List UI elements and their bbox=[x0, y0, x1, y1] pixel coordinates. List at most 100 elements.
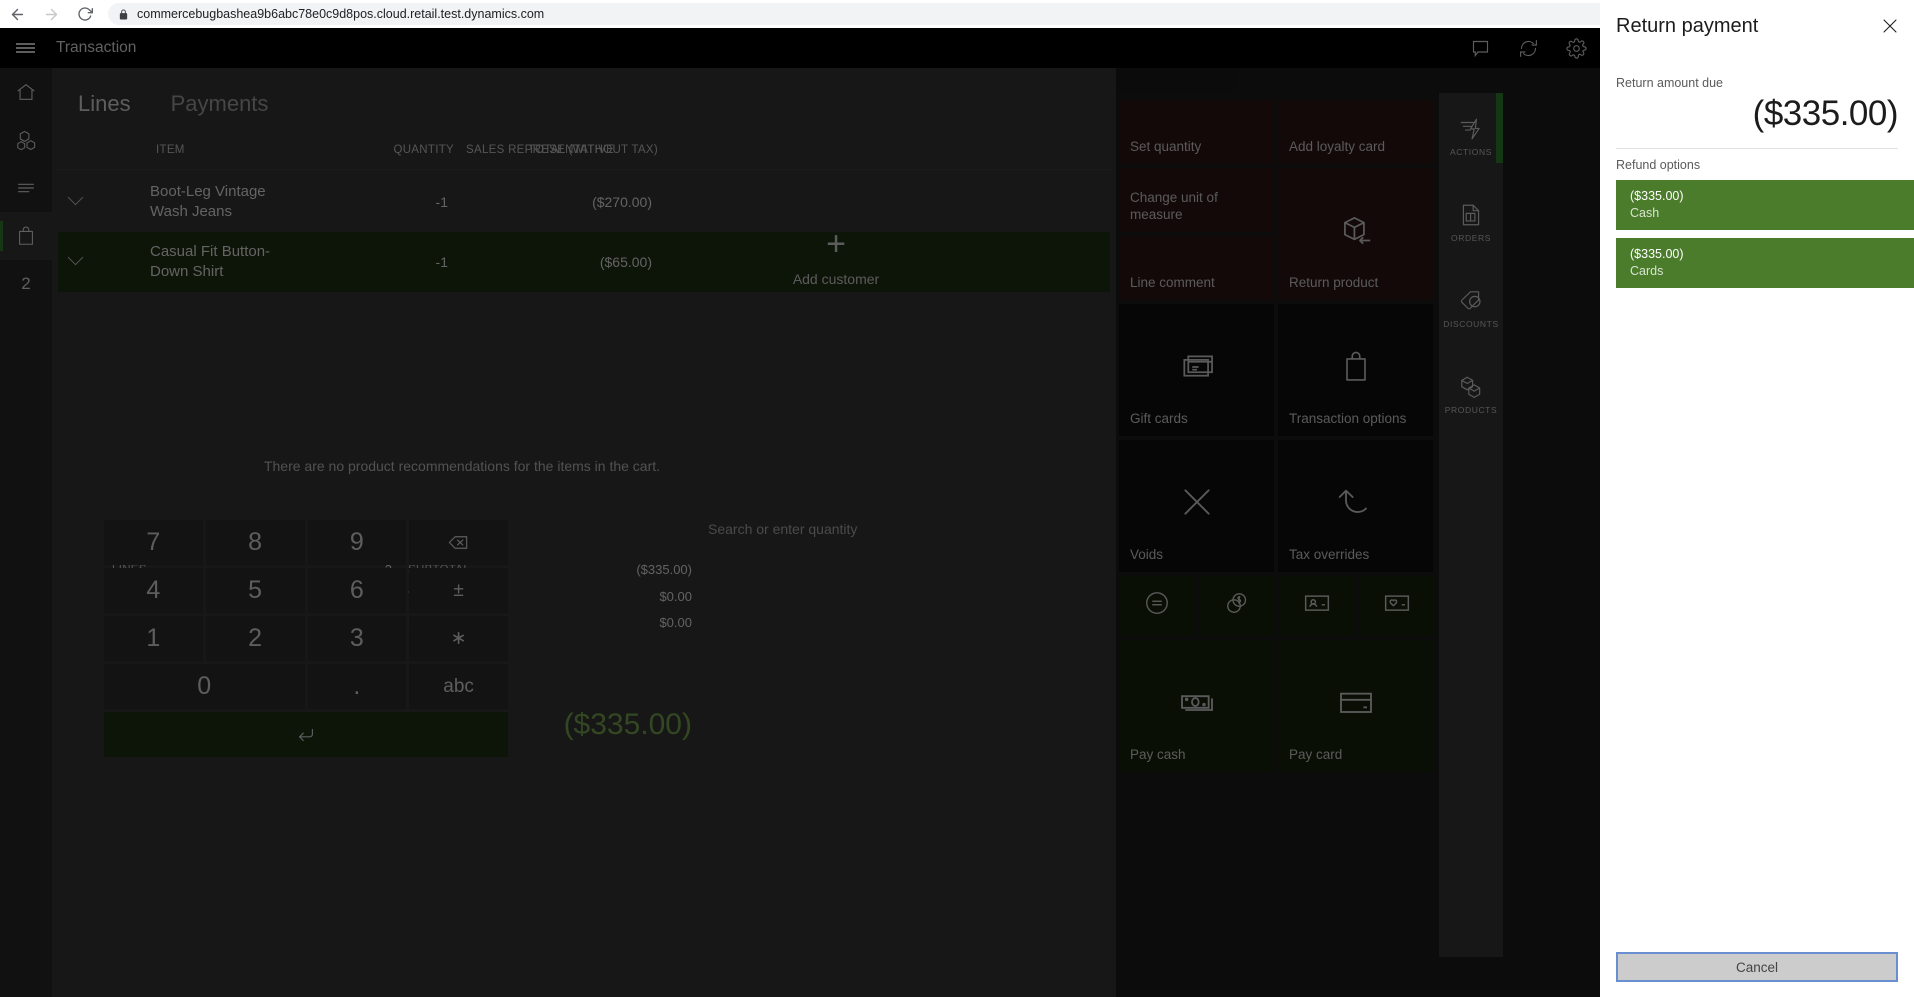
sync-button[interactable] bbox=[1504, 28, 1552, 68]
numpad-key-7[interactable]: 7 bbox=[104, 520, 203, 565]
tile-label: Return product bbox=[1289, 275, 1379, 290]
tile-pay-card[interactable]: Pay card bbox=[1278, 640, 1433, 772]
numpad-plusminus-button[interactable]: ± bbox=[409, 568, 508, 613]
rail-item-orders[interactable]: ORDERS bbox=[1439, 187, 1503, 257]
numpad-key-2[interactable]: 2 bbox=[205, 616, 305, 661]
tile-line-comment[interactable]: Line comment bbox=[1119, 236, 1274, 300]
right-navigation-rail: ACTIONS ORDERS DISCOUNTS PRODUCTS bbox=[1439, 93, 1503, 957]
sidebar-item-home[interactable] bbox=[0, 68, 52, 116]
forward-arrow-icon bbox=[45, 8, 57, 20]
rail-item-label: DISCOUNTS bbox=[1443, 318, 1499, 329]
quantity-search-input[interactable]: Search or enter quantity bbox=[656, 508, 1116, 550]
cart-item-quantity: -1 bbox=[435, 254, 448, 270]
sidebar-item-cart[interactable] bbox=[0, 212, 52, 260]
column-header-total: TOTAL (WITHOUT TAX) bbox=[527, 144, 658, 156]
tile-set-quantity[interactable]: Set quantity bbox=[1119, 100, 1274, 164]
hamburger-menu-button[interactable] bbox=[0, 28, 50, 68]
add-customer-button[interactable]: + Add customer bbox=[736, 203, 936, 313]
numpad-key-5[interactable]: 5 bbox=[205, 568, 305, 613]
shopping-bag-icon bbox=[19, 226, 33, 245]
return-payment-header: Return payment bbox=[1600, 0, 1914, 52]
products-cubes-icon bbox=[16, 130, 35, 150]
refund-option-cards[interactable]: ($335.00) Cards bbox=[1616, 238, 1914, 288]
tab-payments[interactable]: Payments bbox=[151, 91, 289, 117]
quick-pay-equals[interactable] bbox=[1119, 576, 1195, 636]
tile-change-unit-of-measure[interactable]: Change unit of measure bbox=[1119, 168, 1274, 232]
plus-icon: + bbox=[826, 225, 846, 263]
column-header-quantity: QUANTITY bbox=[393, 144, 454, 156]
header-icon-group bbox=[1456, 28, 1600, 68]
quick-pay-loyalty[interactable] bbox=[1359, 576, 1435, 636]
left-navigation-rail: 2 bbox=[0, 68, 52, 997]
back-button[interactable] bbox=[0, 0, 34, 28]
tile-add-loyalty-card[interactable]: Add loyalty card bbox=[1278, 100, 1433, 164]
chevron-down-icon[interactable] bbox=[67, 189, 84, 206]
cart-item-quantity: -1 bbox=[435, 194, 448, 210]
tile-pay-cash[interactable]: Pay cash bbox=[1119, 640, 1274, 772]
sidebar-item-lines[interactable] bbox=[0, 164, 52, 212]
rail-item-actions[interactable]: ACTIONS bbox=[1439, 101, 1503, 171]
chevron-down-icon[interactable] bbox=[67, 249, 84, 266]
rail-item-label: ACTIONS bbox=[1450, 146, 1492, 157]
sidebar-item-products[interactable] bbox=[0, 116, 52, 164]
customer-account-card-icon bbox=[1279, 587, 1355, 619]
reload-button[interactable] bbox=[68, 0, 102, 28]
tile-label: Add loyalty card bbox=[1289, 139, 1386, 154]
shopping-bag-icon bbox=[1278, 348, 1433, 384]
refund-option-amount: ($335.00) bbox=[1630, 247, 1684, 261]
refund-option-cash[interactable]: ($335.00) Cash bbox=[1616, 180, 1914, 230]
active-indicator bbox=[0, 221, 3, 251]
active-indicator bbox=[1496, 93, 1503, 163]
app-header: Transaction bbox=[0, 28, 1600, 68]
numpad-abc-button[interactable]: abc bbox=[409, 664, 508, 709]
tile-return-product[interactable]: Return product bbox=[1278, 168, 1433, 300]
numpad-multiply-button[interactable]: ∗ bbox=[409, 616, 508, 661]
cart-rows: Boot-Leg Vintage Wash Jeans -1 ($270.00)… bbox=[58, 172, 1110, 292]
return-amount-value: ($335.00) bbox=[1752, 94, 1899, 133]
table-row[interactable]: Boot-Leg Vintage Wash Jeans -1 ($270.00) bbox=[58, 172, 1110, 232]
add-customer-label: Add customer bbox=[792, 271, 880, 287]
tile-label: Pay card bbox=[1289, 747, 1343, 762]
tile-voids[interactable]: Voids bbox=[1119, 440, 1274, 572]
numpad-key-4[interactable]: 4 bbox=[104, 568, 203, 613]
tile-transaction-options[interactable]: Transaction options bbox=[1278, 304, 1433, 436]
refund-options-label: Refund options bbox=[1616, 158, 1701, 172]
message-button[interactable] bbox=[1456, 28, 1504, 68]
address-bar[interactable]: commercebugbashea9b6abc78e0c9d8pos.cloud… bbox=[108, 3, 1693, 25]
divider bbox=[1616, 148, 1898, 149]
numpad-area: Search or enter quantity bbox=[656, 508, 1116, 997]
numpad-key-6[interactable]: 6 bbox=[307, 568, 407, 613]
table-row[interactable]: Casual Fit Button-Down Shirt -1 ($65.00) bbox=[58, 232, 1110, 292]
quick-pay-currency[interactable] bbox=[1199, 576, 1275, 636]
numpad-key-8[interactable]: 8 bbox=[205, 520, 305, 565]
cash-bill-icon bbox=[1119, 682, 1274, 722]
actions-lightning-icon bbox=[1460, 118, 1480, 139]
transaction-panel: Lines Payments ITEM QUANTITY SALES REPRE… bbox=[52, 68, 1116, 997]
tab-lines[interactable]: Lines bbox=[58, 91, 151, 117]
rail-item-products[interactable]: PRODUCTS bbox=[1439, 359, 1503, 429]
refund-option-name: Cash bbox=[1630, 206, 1660, 220]
loyalty-card-icon bbox=[1359, 587, 1435, 619]
numpad-key-3[interactable]: 3 bbox=[307, 616, 407, 661]
numpad-key-1[interactable]: 1 bbox=[104, 616, 203, 661]
forward-button[interactable] bbox=[34, 0, 68, 28]
backspace-icon bbox=[448, 536, 468, 549]
settings-button[interactable] bbox=[1552, 28, 1600, 68]
numpad-backspace-button[interactable] bbox=[409, 520, 508, 565]
numpad-key-9[interactable]: 9 bbox=[307, 520, 407, 565]
numpad-key-0[interactable]: 0 bbox=[104, 664, 305, 709]
numpad-enter-button[interactable] bbox=[104, 712, 508, 757]
tile-label: Voids bbox=[1130, 547, 1164, 562]
back-arrow-icon bbox=[11, 8, 23, 20]
cart-item-total: ($65.00) bbox=[599, 254, 652, 270]
tile-tax-overrides[interactable]: Tax overrides bbox=[1278, 440, 1433, 572]
close-button[interactable] bbox=[1874, 10, 1906, 42]
numpad-key-decimal[interactable]: . bbox=[307, 664, 407, 709]
cancel-button[interactable]: Cancel bbox=[1616, 952, 1898, 982]
quick-pay-customer-account[interactable] bbox=[1279, 576, 1355, 636]
product-recommendations-message: There are no product recommendations for… bbox=[263, 458, 661, 474]
tile-gift-cards[interactable]: Gift cards bbox=[1119, 304, 1274, 436]
tile-label: Change unit of measure bbox=[1130, 190, 1218, 222]
reload-icon bbox=[78, 7, 93, 21]
rail-item-discounts[interactable]: DISCOUNTS bbox=[1439, 273, 1503, 343]
